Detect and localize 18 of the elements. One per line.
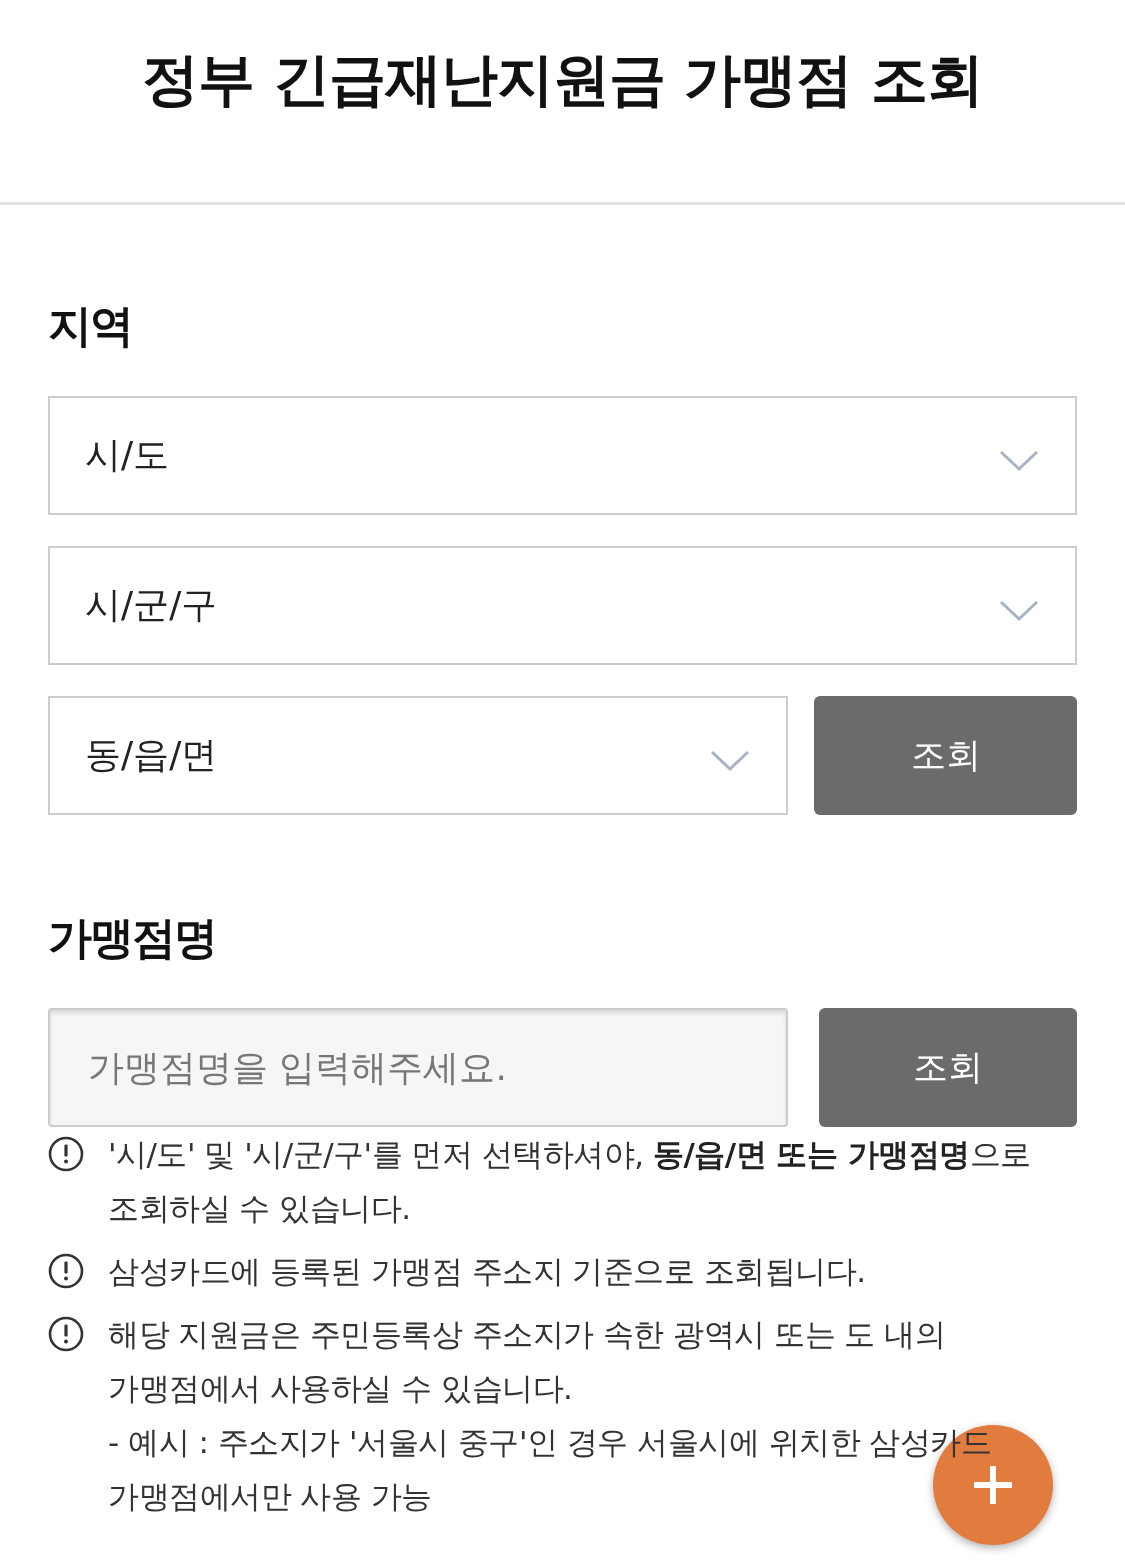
section-heading: 가맹점명 bbox=[48, 911, 217, 964]
dropdown[interactable]: 동/읍/면 bbox=[48, 696, 788, 815]
dropdown[interactable]: 시/군/구 bbox=[48, 546, 1077, 665]
dropdown[interactable]: 시/도 bbox=[48, 396, 1077, 515]
store-name-input[interactable]: 가맹점명을 입력해주세요. bbox=[48, 1008, 788, 1127]
exclamation-circle-icon bbox=[48, 1136, 84, 1172]
chevron-down-icon bbox=[999, 449, 1039, 472]
search-button[interactable]: 조회 bbox=[814, 696, 1077, 815]
notice-text: '시/도' 및 '시/군/구'를 먼저 선택하셔야, 동/읍/면 또는 가맹점명으로 조회하실 수 있습니다. bbox=[108, 1136, 1031, 1226]
exclamation-circle-icon bbox=[48, 1253, 84, 1289]
page-title: 정부 긴급재난지원금 가맹점 조회 bbox=[142, 44, 983, 114]
chevron-down-icon bbox=[999, 599, 1039, 622]
exclamation-circle-icon bbox=[48, 1316, 84, 1352]
notice-text: 삼성카드에 등록된 가맹점 주소지 기준으로 조회됩니다. bbox=[108, 1253, 866, 1289]
search-button[interactable]: 조회 bbox=[819, 1008, 1077, 1127]
notice-text: 해당 지원금은 주민등록상 주소지가 속한 광역시 또는 도 내의 가맹점에서 사용하실 수 있습니다. bbox=[108, 1316, 946, 1406]
section-heading: 지역 bbox=[48, 299, 133, 352]
chevron-down-icon bbox=[710, 749, 750, 772]
